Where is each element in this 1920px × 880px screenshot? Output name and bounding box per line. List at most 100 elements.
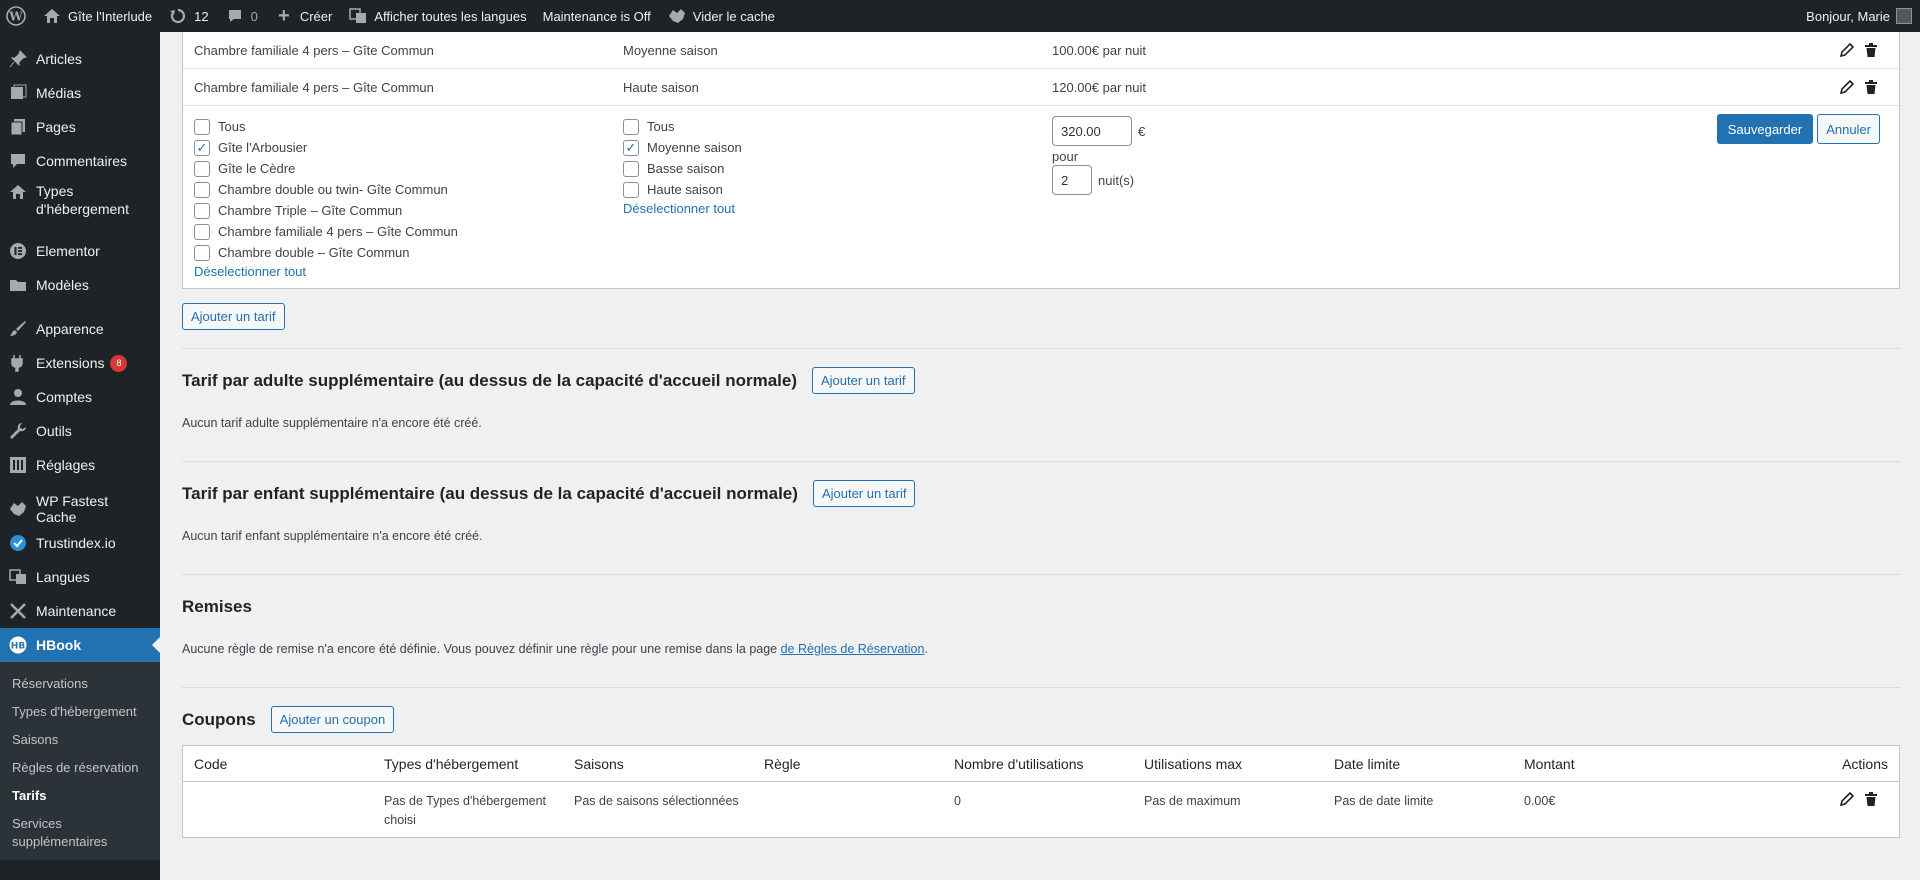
season-option[interactable]: Tous [623,116,1052,137]
discounts-text-body: Aucune règle de remise n'a encore été dé… [182,642,781,656]
main-content: Chambre familiale 4 pers – Gîte Commun M… [182,32,1900,838]
menu-hbook[interactable]: HB HBook [0,628,160,662]
wordpress-icon: W [6,6,26,26]
edit-icon[interactable] [1840,792,1854,806]
deselect-all-link[interactable]: Déselectionner tout [194,264,623,279]
menu-reglages[interactable]: Réglages [0,448,160,482]
checkbox[interactable] [194,181,210,198]
menu-articles[interactable]: Articles [0,42,160,76]
comments-link[interactable]: 0 [217,0,266,32]
nights-unit: nuit(s) [1098,172,1135,188]
checkbox[interactable] [194,118,210,135]
checkbox[interactable] [194,160,210,177]
submenu-saisons[interactable]: Saisons [0,726,160,754]
trash-icon[interactable] [1864,80,1878,94]
table-cell [194,792,384,827]
menu-elementor[interactable]: Elementor [0,234,160,268]
checkbox-label: Chambre Triple – Gîte Commun [218,203,403,218]
accom-option[interactable]: Chambre double – Gîte Commun [194,242,623,263]
updates-link[interactable]: 12 [160,0,216,32]
home-icon [42,6,62,26]
menu-langues[interactable]: Langues [0,560,160,594]
cancel-button[interactable]: Annuler [1817,114,1880,144]
accom-option[interactable]: Tous [194,116,623,137]
maintenance-status-link[interactable]: Maintenance is Off [535,0,659,32]
edit-icon[interactable] [1840,43,1854,57]
menu-apparence[interactable]: Apparence [0,312,160,346]
season-option[interactable]: ✓ Moyenne saison [623,137,1052,158]
menu-label: Pages [36,119,76,135]
menu-extensions[interactable]: Extensions 8 [0,346,160,380]
table-cell: Pas de Types d'hébergement choisi [384,794,546,827]
checkbox[interactable]: ✓ [194,139,210,156]
menu-modeles[interactable]: Modèles [0,268,160,302]
price-fields: 320.00 € pour 2 nuit(s) [1052,116,1481,280]
menu-maintenance[interactable]: Maintenance [0,594,160,628]
add-coupon-button[interactable]: Ajouter un coupon [270,706,395,733]
menu-label: Commentaires [36,153,128,169]
menu-comptes[interactable]: Comptes [0,380,160,414]
accom-option[interactable]: Chambre double ou twin- Gîte Commun [194,179,623,200]
edit-icon[interactable] [1840,80,1854,94]
price-cell: 120.00€ par nuit [1052,79,1146,95]
accom-option[interactable]: Chambre familiale 4 pers – Gîte Commun [194,221,623,242]
wordpress-logo[interactable]: W [0,0,34,32]
season-option[interactable]: Basse saison [623,158,1052,179]
menu-wp-fastest-cache[interactable]: WP Fastest Cache [0,492,160,526]
checkbox[interactable] [194,244,210,261]
submenu-types-hebergement[interactable]: Types d'hébergement [0,698,160,726]
clear-cache-link[interactable]: Vider le cache [659,0,783,32]
checkbox[interactable]: ✓ [623,139,639,156]
trash-icon[interactable] [1864,43,1878,57]
nights-input[interactable]: 2 [1052,165,1092,195]
accom-option[interactable]: Chambre Triple – Gîte Commun [194,200,623,221]
updates-count: 12 [194,8,209,24]
submenu-tarifs[interactable]: Tarifs [0,782,160,810]
menu-commentaires[interactable]: Commentaires [0,144,160,178]
deselect-all-link[interactable]: Déselectionner tout [623,201,1052,216]
admin-bar: W Gîte l'Interlude 12 0 + Créer Afficher… [0,0,1920,32]
season-option[interactable]: Haute saison [623,179,1052,200]
checkbox-label: Gîte l'Arbousier [218,140,308,155]
add-child-rate-button[interactable]: Ajouter un tarif [812,480,916,507]
trash-icon[interactable] [1864,792,1878,806]
table-cell: 0 [954,794,961,808]
languages-link[interactable]: Afficher toutes les langues [340,0,534,32]
checkbox[interactable] [194,202,210,219]
submenu-services-supplementaires[interactable]: Services supplémentaires [0,810,130,856]
site-name-link[interactable]: Gîte l'Interlude [34,0,160,32]
menu-label: WP Fastest Cache [36,493,109,525]
add-rate-button[interactable]: Ajouter un tarif [182,303,285,330]
plus-icon: + [278,4,290,27]
checkbox[interactable] [623,160,639,177]
booking-rules-link[interactable]: de Règles de Réservation [781,642,925,656]
menu-types-hebergement[interactable]: Types d'hébergement [0,178,160,224]
folder-icon [8,275,28,295]
menu-trustindex[interactable]: Trustindex.io [0,526,160,560]
discounts-section: Remises Aucune règle de remise n'a encor… [182,574,1900,687]
new-content-link[interactable]: + Créer [266,0,341,32]
price-input[interactable]: 320.00 [1052,116,1132,146]
cheetah-icon [8,499,28,519]
menu-medias[interactable]: Médias [0,76,160,110]
add-adult-rate-button[interactable]: Ajouter un tarif [812,367,915,394]
save-button[interactable]: Sauvegarder [1716,114,1814,144]
my-account[interactable]: Bonjour, Marie [1806,8,1920,24]
coupons-table-header: Code Types d'hébergement Saisons Règle Nombr… [183,746,1899,782]
checkbox[interactable] [623,118,639,135]
accom-option[interactable]: Gîte le Cèdre [194,158,623,179]
elementor-icon [8,241,28,261]
column-header: Règle [764,755,801,772]
submenu-reservations[interactable]: Réservations [0,670,160,698]
submenu-regles-reservation[interactable]: Règles de réservation [0,754,160,782]
menu-pages[interactable]: Pages [0,110,160,144]
brush-icon [8,319,28,339]
column-header: Actions [1842,755,1888,772]
pin-icon [8,49,28,69]
discounts-text: Aucune règle de remise n'a encore été dé… [182,642,1900,656]
rates-table: Chambre familiale 4 pers – Gîte Commun M… [182,32,1900,289]
accom-option[interactable]: ✓ Gîte l'Arbousier [194,137,623,158]
menu-outils[interactable]: Outils [0,414,160,448]
checkbox[interactable] [623,181,639,198]
checkbox[interactable] [194,223,210,240]
